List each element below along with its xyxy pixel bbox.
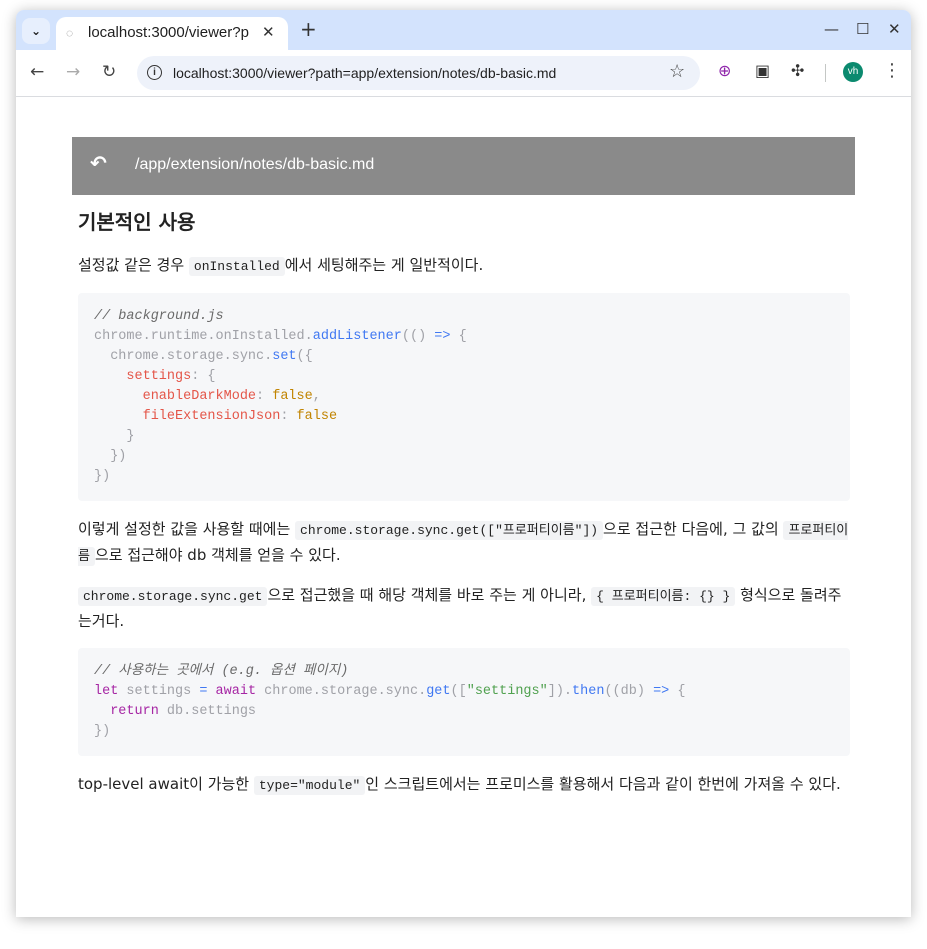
code-text: ]).	[547, 684, 573, 699]
code-text: })	[94, 449, 127, 464]
paragraph-1: 설정값 같은 경우 onInstalled 에서 세팅해주는 게 일반적이다.	[78, 253, 850, 279]
markdown-document: 기본적인 사용 설정값 같은 경우 onInstalled 에서 세팅해주는 게 …	[78, 209, 850, 812]
code-text: chrome.storage.sync.	[256, 684, 427, 699]
viewer-path-bar: ↶ /app/extension/notes/db-basic.md	[72, 137, 855, 195]
page-content: ↶ /app/extension/notes/db-basic.md 기본적인 …	[16, 97, 911, 917]
globe-icon: ◌	[66, 26, 74, 40]
puzzle-extensions-icon[interactable]: ✣	[791, 61, 804, 81]
code-text: chrome.storage.sync.	[94, 349, 273, 364]
text: 인 스크립트에서는 프로미스를 활용해서 다음과 같이 한번에 가져올 수 있다…	[365, 775, 841, 793]
code-text: db.settings	[158, 704, 257, 719]
code-text: ({	[296, 349, 313, 364]
code-text: })	[94, 724, 111, 739]
media-extension-icon[interactable]: ▣	[755, 61, 770, 81]
code-comment: // 사용하는 곳에서 (e.g. 옵션 페이지)	[94, 664, 349, 679]
tab-title: localhost:3000/viewer?p	[88, 24, 249, 41]
text: 이렇게 설정한 값을 사용할 때에는	[78, 520, 296, 538]
code-fn: get	[426, 684, 451, 699]
close-window-button[interactable]: ✕	[888, 20, 901, 38]
code-text: })	[94, 469, 111, 484]
code-string: "settings"	[466, 684, 548, 699]
paragraph-3: chrome.storage.sync.get 으로 접근했을 때 해당 객체를 …	[78, 583, 850, 634]
minimize-button[interactable]: —	[824, 20, 839, 38]
section-heading: 기본적인 사용	[78, 210, 196, 234]
tab-close-icon[interactable]: ✕	[262, 23, 275, 41]
code-block-options-page: // 사용하는 곳에서 (e.g. 옵션 페이지) let settings =…	[78, 648, 850, 756]
site-info-icon[interactable]: i	[147, 65, 162, 80]
code-text: :	[280, 409, 297, 424]
code-text: settings	[118, 684, 200, 699]
code-arrow: =>	[434, 329, 451, 344]
browser-toolbar: ← → ↻ i localhost:3000/viewer?path=app/e…	[16, 50, 911, 97]
code-prop: settings	[94, 369, 192, 384]
chevron-down-icon: ⌄	[30, 24, 42, 38]
code-arrow: =>	[653, 684, 670, 699]
code-text: :	[256, 389, 273, 404]
forward-arrow-icon[interactable]: →	[66, 62, 80, 82]
url-text[interactable]: localhost:3000/viewer?path=app/extension…	[173, 65, 556, 81]
tab-search-button[interactable]: ⌄	[22, 18, 50, 44]
text: top-level await이 가능한	[78, 775, 254, 793]
code-text: ((db)	[604, 684, 654, 699]
code-text: ([	[450, 684, 467, 699]
code-block-background-js: // background.js chrome.runtime.onInstal…	[78, 293, 850, 501]
inline-code: chrome.storage.sync.get(["프로퍼티이름"])	[295, 521, 604, 540]
browser-window: ⌄ ◌ localhost:3000/viewer?p ✕ + — ☐ ✕ ← …	[16, 10, 911, 917]
code-fn: then	[572, 684, 605, 699]
code-fn: addListener	[312, 329, 402, 344]
code-keyword: let	[94, 684, 119, 699]
maximize-button[interactable]: ☐	[856, 20, 869, 38]
code-text: {	[450, 329, 467, 344]
inline-code: type="module"	[253, 776, 366, 795]
back-arrow-icon[interactable]: ←	[30, 62, 44, 82]
reload-icon[interactable]: ↻	[102, 62, 116, 82]
code-text: (()	[401, 329, 435, 344]
file-path: /app/extension/notes/db-basic.md	[135, 156, 375, 173]
browser-tab[interactable]: ◌ localhost:3000/viewer?p ✕	[56, 17, 288, 50]
text: 설정값 같은 경우	[78, 256, 189, 274]
more-menu-icon[interactable]: ⋮	[883, 60, 901, 82]
new-tab-button[interactable]: +	[300, 19, 317, 39]
return-arrow-icon[interactable]: ↶	[90, 151, 107, 175]
text: 으로 접근했을 때 해당 객체를 바로 주는 게 아니라,	[267, 586, 592, 604]
toolbar-divider	[825, 64, 826, 82]
bookmark-star-icon[interactable]: ☆	[669, 61, 685, 82]
zoom-extension-icon[interactable]: ⊕	[718, 61, 731, 81]
profile-avatar[interactable]: vh	[843, 62, 863, 82]
code-text: {	[669, 684, 686, 699]
code-comment: // background.js	[94, 309, 224, 324]
code-prop: fileExtensionJson	[94, 409, 281, 424]
text: 으로 접근해야 db 객체를 얻을 수 있다.	[94, 546, 341, 564]
paragraph-2: 이렇게 설정한 값을 사용할 때에는 chrome.storage.sync.g…	[78, 517, 850, 569]
paragraph-4: top-level await이 가능한 type="module" 인 스크립트…	[78, 772, 850, 798]
code-text: : {	[191, 369, 216, 384]
code-text: chrome.runtime.onInstalled.	[94, 329, 313, 344]
text: 으로 접근한 다음에, 그 값의	[603, 520, 784, 538]
text: 에서 세팅해주는 게 일반적이다.	[284, 256, 484, 274]
inline-code: chrome.storage.sync.get	[78, 587, 268, 606]
inline-code: onInstalled	[188, 257, 285, 276]
tab-strip: ⌄ ◌ localhost:3000/viewer?p ✕ + — ☐ ✕	[16, 10, 911, 50]
code-bool: false	[272, 389, 313, 404]
code-keyword: return	[94, 704, 159, 719]
code-bool: false	[296, 409, 338, 424]
code-prop: enableDarkMode	[94, 389, 257, 404]
inline-code: { 프로퍼티이름: {} }	[591, 587, 736, 606]
code-fn: set	[272, 349, 297, 364]
address-bar[interactable]: i localhost:3000/viewer?path=app/extensi…	[137, 56, 700, 90]
code-text: }	[94, 429, 135, 444]
code-text: ,	[312, 389, 321, 404]
code-keyword: await	[215, 684, 257, 699]
